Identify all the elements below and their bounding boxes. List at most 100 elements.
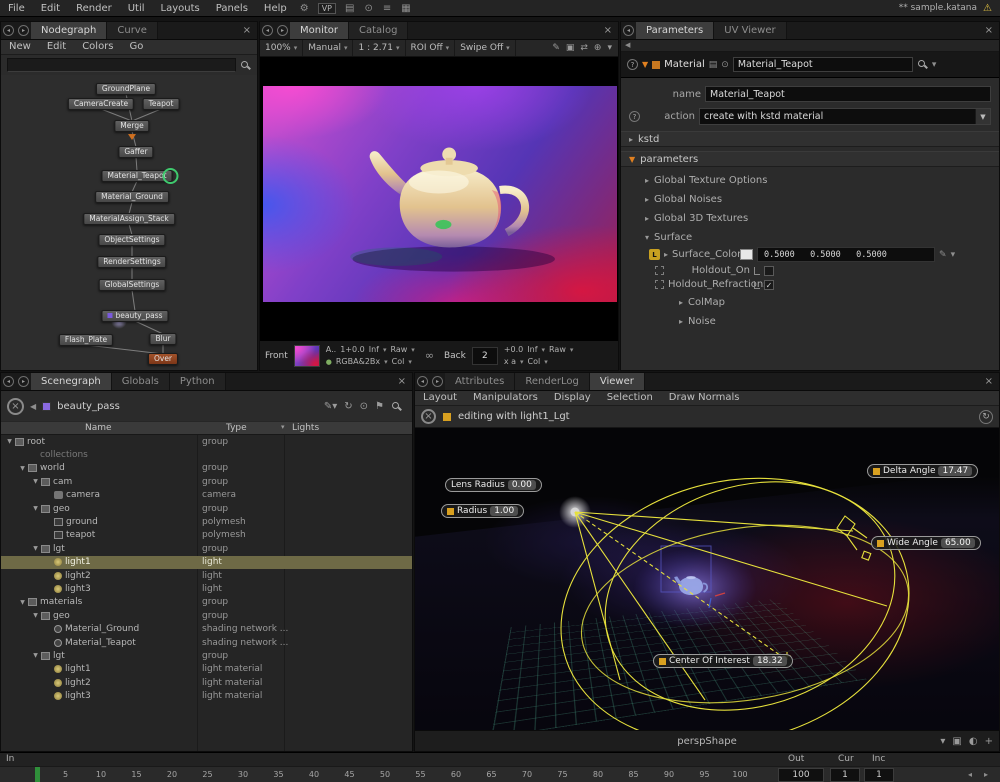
nodegraph-menu-go[interactable]: Go — [122, 40, 152, 54]
compare-icon[interactable]: ▣ — [566, 43, 575, 53]
scenegraph-row-camera[interactable]: cameracamera — [1, 489, 412, 502]
node-expand-icon[interactable]: ▼ — [642, 60, 648, 69]
tab-viewer[interactable]: Viewer — [590, 373, 645, 390]
section-parameters[interactable]: ▼ parameters — [621, 151, 999, 167]
scenegraph-row-light3[interactable]: light3light — [1, 582, 412, 595]
annotate-icon[interactable]: ✎ — [552, 43, 560, 53]
viewer-menu-layout[interactable]: Layout — [415, 391, 465, 405]
back-exposure[interactable]: +0.0 — [504, 345, 523, 354]
scenegraph-row-geo[interactable]: ▼geogroup — [1, 609, 412, 622]
out-frame-field[interactable]: 100 — [778, 768, 824, 782]
default-state-icon[interactable] — [655, 266, 664, 275]
pane-menu-icon[interactable]: ▸ — [18, 376, 29, 387]
inspect-icon[interactable] — [917, 59, 928, 70]
scenegraph-row-world[interactable]: ▼worldgroup — [1, 462, 412, 475]
back-buffer-field[interactable]: 2 — [472, 347, 498, 365]
viewport-3d[interactable]: Lens Radius 0.00 Radius 1.00 Delta Angle… — [415, 428, 999, 730]
section-kstd[interactable]: ▸ kstd — [621, 131, 999, 147]
color-swatch[interactable] — [740, 249, 753, 260]
node-flash-plate[interactable]: Flash_Plate — [59, 334, 113, 346]
front-thumbnail[interactable] — [294, 345, 320, 367]
expander-icon[interactable]: ▼ — [31, 478, 40, 485]
scenegraph-row-cam[interactable]: ▼camgroup — [1, 475, 412, 488]
nodegraph-canvas[interactable]: GroundPlaneCameraCreateTeapotMergeGaffer… — [1, 75, 257, 370]
pane-menu-icon[interactable]: ▸ — [18, 25, 29, 36]
chevron-down-icon[interactable]: ▾ — [281, 423, 285, 431]
node-merge[interactable]: Merge — [114, 120, 149, 132]
collapsed-icon[interactable]: ▸ — [664, 250, 668, 259]
menubar-item-file[interactable]: File — [0, 2, 33, 15]
front-view-transform[interactable]: Raw — [390, 345, 407, 354]
group-global-texture-options[interactable]: ▸ Global Texture Options — [621, 171, 999, 190]
shading-icon[interactable]: ◐ — [969, 736, 978, 747]
expander-icon[interactable]: ▼ — [31, 652, 40, 659]
delta-angle-manipulator[interactable]: Delta Angle 17.47 — [867, 464, 978, 478]
scenegraph-row-light2[interactable]: light2light — [1, 569, 412, 582]
options-icon[interactable]: ▾ — [607, 43, 612, 53]
render-icon[interactable]: ▦ — [396, 3, 415, 14]
scenegraph-row-light2[interactable]: light2light material — [1, 676, 412, 689]
scenegraph-row-light3[interactable]: light3light material — [1, 689, 412, 702]
pane-split-icon[interactable]: ◂ — [262, 25, 273, 36]
scenegraph-row-geo[interactable]: ▼geogroup — [1, 502, 412, 515]
menubar-item-panels[interactable]: Panels — [208, 2, 256, 15]
node-gaffer[interactable]: Gaffer — [118, 146, 153, 158]
current-frame-cursor[interactable] — [35, 767, 40, 782]
frame-ruler[interactable]: 100 1 1 ◂ ▸ 5101520253035404550556065707… — [0, 766, 1000, 782]
working-set-icon[interactable]: × — [7, 398, 24, 415]
front-exposure[interactable]: 1+0.0 — [340, 345, 365, 354]
search-icon[interactable] — [240, 60, 251, 71]
close-icon[interactable]: × — [237, 22, 257, 39]
menubar-item-help[interactable]: Help — [256, 2, 295, 15]
nodegraph-menu-colors[interactable]: Colors — [74, 40, 121, 54]
node-material-ground[interactable]: Material_Ground — [95, 191, 169, 203]
pane-back-icon[interactable]: ◂ — [623, 25, 634, 36]
stereo-icon[interactable]: ∞ — [421, 349, 438, 362]
menubar-item-render[interactable]: Render — [68, 2, 120, 15]
warning-icon[interactable]: ⚠ — [977, 3, 1000, 14]
scenegraph-row-light1[interactable]: light1light — [1, 556, 412, 569]
name-input[interactable] — [705, 86, 991, 102]
power-icon[interactable]: ⊙ — [360, 401, 368, 412]
vp-toggle[interactable]: VP — [318, 3, 336, 14]
node-over[interactable]: Over — [148, 353, 178, 365]
camera-name-label[interactable]: perspShape — [677, 736, 736, 747]
scenegraph-row-material-teapot[interactable]: Material_Teapotshading network ... — [1, 636, 412, 649]
tab-uv-viewer[interactable]: UV Viewer — [714, 22, 786, 39]
node-material-teapot[interactable]: Material_Teapot — [101, 170, 172, 182]
current-frame-field[interactable]: 1 — [830, 768, 860, 782]
nodegraph-menu-edit[interactable]: Edit — [39, 40, 74, 54]
eyedropper-icon[interactable]: ✎ — [939, 250, 947, 260]
node-search-input[interactable] — [7, 58, 236, 72]
scenegraph-row-teapot[interactable]: teapotpolymesh — [1, 529, 412, 542]
viewer-menu-display[interactable]: Display — [546, 391, 599, 405]
group-global-3d-textures[interactable]: ▸ Global 3D Textures — [621, 209, 999, 228]
holdout-refractions-checkbox[interactable]: ✓ — [764, 280, 774, 290]
link-icon[interactable]: ▤ — [709, 60, 718, 70]
scenegraph-row-material-ground[interactable]: Material_Groundshading network ... — [1, 622, 412, 635]
tab-scenegraph[interactable]: Scenegraph — [31, 373, 112, 390]
pane-split-icon[interactable]: ◂ — [3, 25, 14, 36]
scenegraph-row-lgt[interactable]: ▼lgtgroup — [1, 542, 412, 555]
search-icon[interactable] — [391, 401, 402, 412]
swipe-select[interactable]: Swipe Off▾ — [455, 40, 516, 56]
viewer-menu-selection[interactable]: Selection — [599, 391, 661, 405]
expander-icon[interactable]: ▼ — [18, 599, 27, 606]
front-catalog[interactable]: A.. — [326, 345, 336, 354]
camera-select-icon[interactable]: ▾ — [940, 736, 945, 747]
node-teapot[interactable]: Teapot — [143, 98, 180, 110]
pane-menu-icon[interactable]: ▸ — [432, 376, 443, 387]
group-global-noises[interactable]: ▸ Global Noises — [621, 190, 999, 209]
update-mode-select[interactable]: Manual▾ — [303, 40, 353, 56]
default-state-icon[interactable] — [655, 280, 664, 289]
close-icon[interactable]: × — [392, 373, 412, 390]
tab-renderlog[interactable]: RenderLog — [515, 373, 589, 390]
center-of-interest-manipulator[interactable]: Center Of Interest 18.32 — [653, 654, 793, 668]
working-set-icon[interactable]: × — [421, 409, 436, 424]
node-cameracreate[interactable]: CameraCreate — [68, 98, 134, 110]
swap-icon[interactable]: ⇄ — [580, 43, 588, 53]
roi-select[interactable]: ROI Off▾ — [406, 40, 456, 56]
edit-icon[interactable]: ✎▾ — [324, 401, 337, 412]
tab-parameters[interactable]: Parameters — [636, 22, 714, 39]
tab-attributes[interactable]: Attributes — [445, 373, 515, 390]
